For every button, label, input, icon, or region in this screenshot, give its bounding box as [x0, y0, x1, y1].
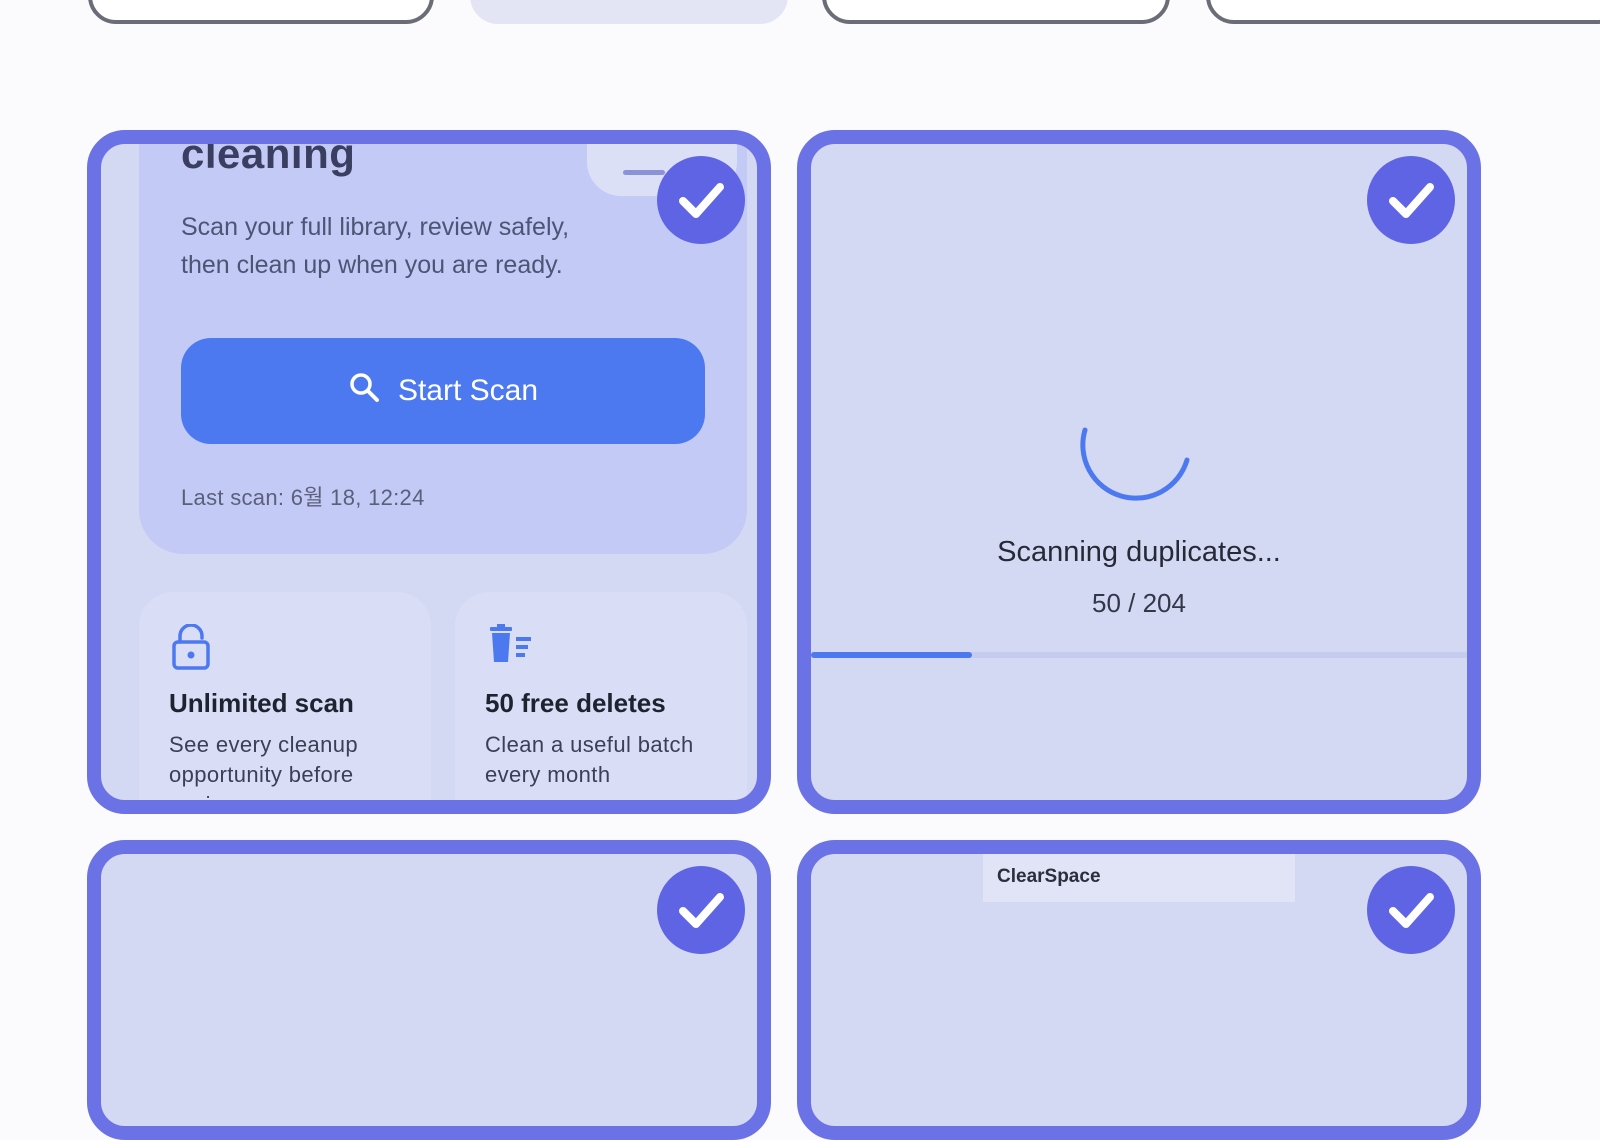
scanning-title: Scanning duplicates... [997, 536, 1281, 568]
screen-tile-scanning[interactable]: Scanning duplicates... 50 / 204 [797, 130, 1481, 814]
scan-progress-bar [811, 652, 1467, 658]
selected-check-icon[interactable] [657, 156, 745, 244]
selected-check-icon[interactable] [657, 866, 745, 954]
loading-spinner-icon [1075, 422, 1195, 507]
hero-title: cleaning [181, 144, 356, 177]
last-scan-text: Last scan: 6월 18, 12:24 [181, 485, 425, 510]
top-card-4[interactable] [1206, 0, 1600, 24]
brand-label: ClearSpace [983, 854, 1295, 902]
selected-check-icon[interactable] [1367, 866, 1455, 954]
scan-progress-fill [811, 652, 972, 658]
feature-title: Unlimited scan [169, 688, 354, 718]
lock-open-icon [171, 623, 211, 675]
feature-card-free-deletes: 50 free deletes Clean a useful batch eve… [455, 592, 747, 800]
start-scan-label: Start Scan [397, 374, 539, 407]
screen-tile-brand[interactable]: ClearSpace [797, 840, 1481, 1140]
hero-card: cleaning Scan your full library, review … [139, 144, 747, 554]
trash-list-icon [487, 624, 533, 669]
feature-title: 50 free deletes [485, 688, 666, 718]
feature-description: See every cleanup opportunity before pay… [169, 732, 359, 800]
top-card-2[interactable] [470, 0, 788, 24]
screen-tile-onboarding[interactable]: cleaning Scan your full library, review … [87, 130, 771, 814]
scanning-count: 50 / 204 [1092, 588, 1186, 618]
hero-description: Scan your full library, review safely, t… [181, 213, 570, 279]
top-card-3[interactable] [822, 0, 1170, 24]
feature-card-unlimited-scan: Unlimited scan See every cleanup opportu… [139, 592, 431, 800]
feature-description: Clean a useful batch every month [485, 732, 694, 787]
start-scan-button[interactable]: Start Scan [181, 338, 705, 444]
search-icon [348, 371, 380, 411]
selected-check-icon[interactable] [1367, 156, 1455, 244]
top-card-1[interactable] [88, 0, 434, 24]
screen-tile-3[interactable] [87, 840, 771, 1140]
